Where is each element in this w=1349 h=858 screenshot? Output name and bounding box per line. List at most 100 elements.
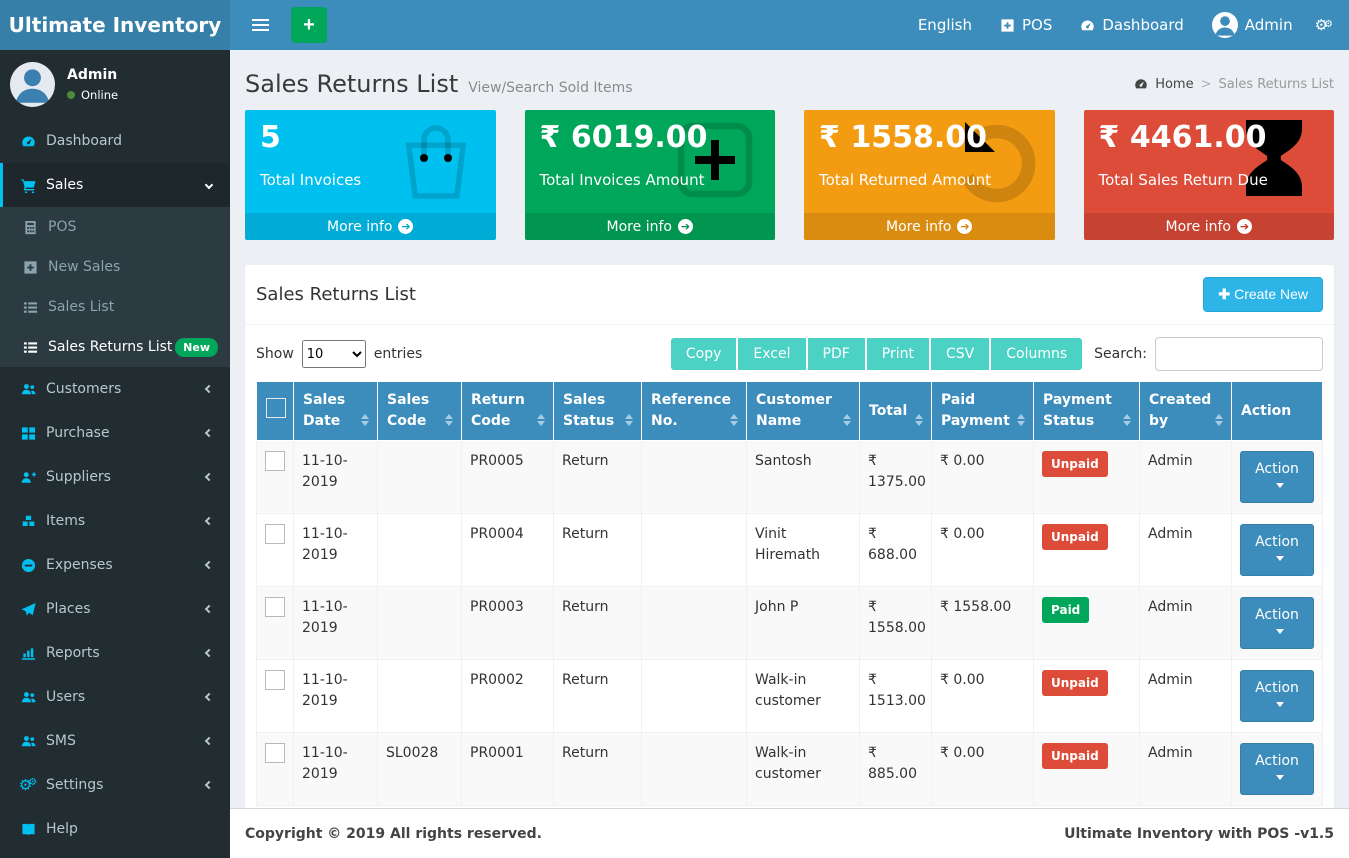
select-all-header[interactable] — [257, 382, 294, 441]
col-customer-name[interactable]: Customer Name — [747, 382, 860, 441]
version-text: Ultimate Inventory with POS -v1.5 — [1064, 826, 1334, 842]
col-paid-payment[interactable]: Paid Payment — [932, 382, 1034, 441]
sidebar-item-settings[interactable]: ⚙⚙ Settings — [0, 763, 230, 807]
bar-chart-icon — [18, 646, 38, 661]
more-info-label: More info — [1166, 219, 1231, 235]
sidebar-item-sales-list[interactable]: Sales List — [0, 287, 230, 327]
gear-icon[interactable]: ⚙⚙ — [1307, 0, 1349, 50]
more-info-link[interactable]: More info ➔ — [804, 213, 1055, 240]
row-checkbox[interactable] — [265, 451, 285, 471]
sales-returns-table: Sales Date Sales Code Return Code Sales … — [256, 381, 1323, 806]
brand-logo[interactable]: Ultimate Inventory — [0, 0, 230, 50]
sidebar-item-new-sales[interactable]: New Sales — [0, 247, 230, 287]
user-panel: Admin Online — [0, 50, 230, 119]
return-code-cell: PR0004 — [462, 514, 554, 587]
action-button[interactable]: Action — [1240, 597, 1314, 649]
user-menu[interactable]: Admin — [1198, 0, 1307, 50]
col-reference-no[interactable]: Reference No. — [642, 382, 747, 441]
nav-pos-link[interactable]: POS — [986, 0, 1066, 50]
sales-date-cell: 11-10-2019 — [294, 660, 378, 733]
payment-status-badge: Unpaid — [1042, 451, 1108, 477]
sales-status-cell: Return — [554, 660, 642, 733]
card-value: 5 — [245, 110, 496, 155]
sidebar-item-expenses[interactable]: Expenses — [0, 543, 230, 587]
columns-button[interactable]: Columns — [991, 338, 1082, 370]
sort-icon — [361, 414, 369, 426]
nav-dashboard-link[interactable]: Dashboard — [1066, 0, 1197, 50]
row-checkbox[interactable] — [265, 670, 285, 690]
action-button[interactable]: Action — [1240, 451, 1314, 503]
sidebar-item-sales[interactable]: Sales — [0, 163, 230, 207]
language-menu[interactable]: English — [904, 0, 986, 50]
plus-icon: ✚ — [1218, 286, 1230, 302]
row-checkbox[interactable] — [265, 597, 285, 617]
sidebar-item-sms[interactable]: SMS — [0, 719, 230, 763]
sidebar-item-label: Items — [46, 513, 85, 529]
excel-button[interactable]: Excel — [738, 338, 805, 370]
col-total[interactable]: Total — [860, 382, 932, 441]
arrow-circle-icon: ➔ — [957, 219, 972, 234]
col-created-by[interactable]: Created by — [1140, 382, 1232, 441]
sidebar-item-places[interactable]: Places — [0, 587, 230, 631]
sidebar-item-reports[interactable]: Reports — [0, 631, 230, 675]
card-label: Total Invoices Amount — [525, 155, 776, 189]
sidebar-item-purchase[interactable]: Purchase — [0, 411, 230, 455]
chevron-left-icon — [205, 385, 213, 393]
copy-button[interactable]: Copy — [671, 338, 737, 370]
card-label: Total Invoices — [245, 155, 496, 189]
action-cell: Action — [1232, 587, 1323, 660]
chevron-left-icon — [205, 473, 213, 481]
hamburger-icon[interactable] — [242, 11, 279, 39]
chevron-left-icon — [205, 605, 213, 613]
users-icon — [18, 690, 38, 705]
action-button[interactable]: Action — [1240, 524, 1314, 576]
col-sales-status[interactable]: Sales Status — [554, 382, 642, 441]
sidebar-item-customers[interactable]: Customers — [0, 367, 230, 411]
chevron-left-icon — [205, 693, 213, 701]
sidebar-item-pos[interactable]: POS — [0, 207, 230, 247]
caret-down-icon — [1276, 483, 1284, 488]
sales-date-cell: 11-10-2019 — [294, 441, 378, 514]
more-info-link[interactable]: More info ➔ — [1084, 213, 1335, 240]
grid-icon — [18, 426, 38, 441]
col-payment-status[interactable]: Payment Status — [1034, 382, 1140, 441]
action-button[interactable]: Action — [1240, 743, 1314, 795]
col-sales-code[interactable]: Sales Code — [378, 382, 462, 441]
pdf-button[interactable]: PDF — [808, 338, 865, 370]
page-title: Sales Returns List — [245, 70, 458, 98]
row-checkbox[interactable] — [265, 524, 285, 544]
action-button[interactable]: Action — [1240, 670, 1314, 722]
csv-button[interactable]: CSV — [931, 338, 989, 370]
select-all-checkbox[interactable] — [266, 398, 286, 418]
export-buttons: Copy Excel PDF Print CSV Columns — [671, 338, 1082, 370]
sidebar-item-items[interactable]: Items — [0, 499, 230, 543]
search-input[interactable] — [1155, 337, 1323, 371]
caret-down-icon — [1276, 556, 1284, 561]
sidebar-item-suppliers[interactable]: Suppliers — [0, 455, 230, 499]
sidebar-item-dashboard[interactable]: Dashboard — [0, 119, 230, 163]
reference-no-cell — [642, 587, 747, 660]
more-info-link[interactable]: More info ➔ — [525, 213, 776, 240]
col-return-code[interactable]: Return Code — [462, 382, 554, 441]
more-info-link[interactable]: More info ➔ — [245, 213, 496, 240]
cubes-icon — [18, 514, 38, 529]
payment-status-badge: Unpaid — [1042, 524, 1108, 550]
sidebar-item-users[interactable]: Users — [0, 675, 230, 719]
print-button[interactable]: Print — [867, 338, 929, 370]
book-icon — [18, 822, 38, 837]
breadcrumb-home[interactable]: Home — [1155, 77, 1193, 92]
page-length-select[interactable]: 10 — [302, 340, 366, 368]
more-info-label: More info — [886, 219, 951, 235]
create-new-button[interactable]: ✚Create New — [1203, 277, 1323, 312]
card-value: ₹ 6019.00 — [525, 110, 776, 155]
quick-add-button[interactable]: + — [291, 7, 327, 43]
sidebar-item-sales-returns-list[interactable]: Sales Returns List New — [0, 327, 230, 367]
arrow-circle-icon: ➔ — [398, 219, 413, 234]
sales-code-cell: SL0028 — [378, 733, 462, 806]
sidebar-item-help[interactable]: Help — [0, 807, 230, 851]
col-sales-date[interactable]: Sales Date — [294, 382, 378, 441]
user-menu-label: Admin — [1245, 16, 1293, 34]
reference-no-cell — [642, 514, 747, 587]
sidebar-item-label: Sales Returns List — [48, 339, 172, 355]
row-checkbox[interactable] — [265, 743, 285, 763]
